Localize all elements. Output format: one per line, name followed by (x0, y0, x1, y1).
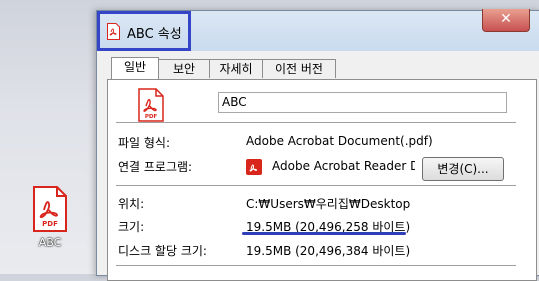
title-highlight-box (97, 11, 191, 51)
opens-with-value: Adobe Acrobat Reader DC (272, 159, 415, 173)
file-type-value: Adobe Acrobat Document(.pdf) (246, 134, 433, 148)
size-on-disk-value: 19.5MB (20,496,384 바이트) (246, 244, 411, 258)
size-label: 크기: (118, 220, 145, 234)
size-on-disk-label: 디스크 할당 크기: (118, 244, 207, 258)
change-button[interactable]: 변경(C)... (422, 157, 504, 181)
tab-previous-versions[interactable]: 이전 버전 (262, 59, 336, 78)
tab-details[interactable]: 자세히 (209, 59, 263, 78)
location-value: C:₩Users₩우리집₩Desktop (246, 197, 411, 211)
size-underline-highlight (242, 232, 406, 235)
tab-security[interactable]: 보안 (158, 59, 210, 78)
separator (116, 122, 516, 123)
file-type-label: 파일 형식: (118, 136, 171, 150)
tab-general[interactable]: 일반 (111, 57, 159, 79)
acrobat-reader-icon (246, 159, 262, 175)
separator (116, 185, 516, 186)
opens-with-label: 연결 프로그램: (118, 160, 193, 174)
svg-text:PDF: PDF (42, 220, 58, 228)
title-bar[interactable]: ABC 속성 ✕ (97, 9, 539, 51)
pdf-file-icon-large: PDF (138, 88, 164, 122)
desktop-icon-label: ABC (38, 236, 62, 249)
file-name-input[interactable]: ABC (218, 92, 507, 113)
close-button[interactable]: ✕ (482, 9, 530, 32)
svg-text:PDF: PDF (145, 114, 158, 120)
location-label: 위치: (118, 197, 145, 211)
desktop-file-abc[interactable]: PDF ABC (30, 186, 70, 249)
separator (116, 265, 516, 266)
pdf-file-icon: PDF (33, 186, 67, 232)
